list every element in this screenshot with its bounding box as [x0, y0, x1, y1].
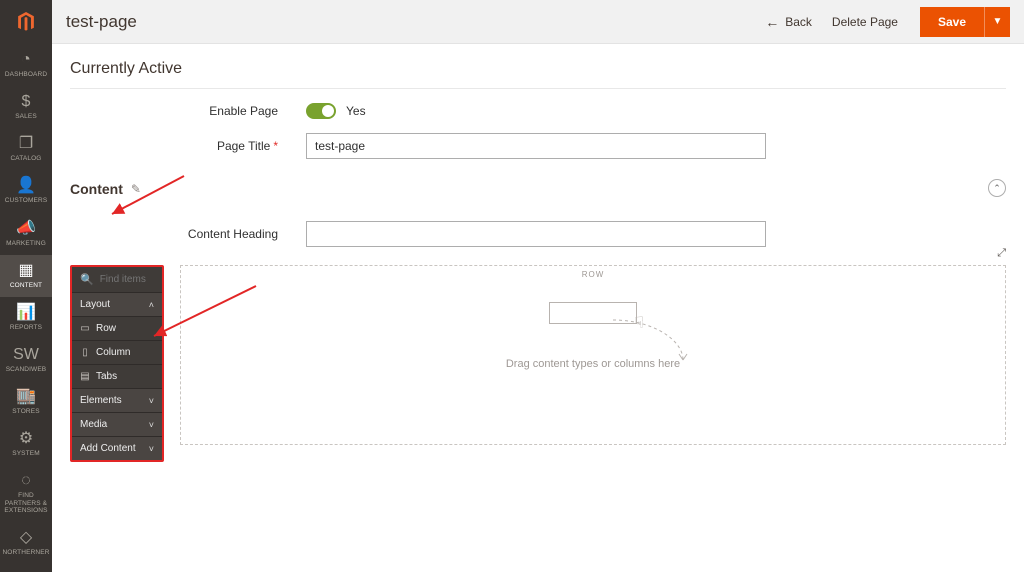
sidebar-item-scandiweb[interactable]: SWSCANDIWEB	[0, 339, 52, 381]
northerner-icon: ◇	[20, 530, 32, 546]
sidebar-item-dashboard[interactable]: ◔DASHBOARD	[0, 44, 52, 86]
chevron-down-icon: ˅	[149, 420, 154, 430]
palette-group-elements[interactable]: Elements˅	[72, 388, 162, 412]
enable-page-value: Yes	[346, 104, 366, 118]
save-button[interactable]: Save	[920, 7, 984, 37]
page-header: test-page ← Back Delete Page Save ▼	[52, 0, 1024, 44]
pencil-icon[interactable]: ✎	[131, 182, 141, 196]
arrow-left-icon: ←	[765, 14, 779, 30]
gauge-icon: ◔	[21, 52, 31, 68]
box-icon: ❐	[19, 136, 33, 152]
chevron-down-icon: ˅	[149, 444, 154, 454]
palette-item-row[interactable]: ▭Row	[72, 316, 162, 340]
chevron-up-icon: ⌃	[993, 183, 1001, 194]
chart-icon: 📊	[16, 305, 36, 321]
megaphone-icon: 📣	[16, 221, 36, 237]
tabs-icon: ▤	[80, 371, 90, 382]
sidebar-item-sales[interactable]: $SALES	[0, 86, 52, 128]
sidebar-item-system[interactable]: ⚙SYSTEM	[0, 423, 52, 465]
magento-logo-icon	[0, 0, 52, 44]
sidebar-item-reports[interactable]: 📊REPORTS	[0, 297, 52, 339]
chevron-down-icon: ˅	[149, 396, 154, 406]
palette-item-column[interactable]: ▯Column	[72, 340, 162, 364]
content-heading-label: Content Heading	[70, 227, 306, 241]
content-heading-input[interactable]	[306, 221, 766, 247]
sidebar-item-content[interactable]: ▦CONTENT	[0, 255, 52, 297]
hand-pointer-icon: ☟	[634, 313, 644, 333]
enable-page-label: Enable Page	[70, 104, 306, 118]
palette-group-layout[interactable]: Layout ˄	[72, 293, 162, 316]
content-icon: ▦	[18, 263, 33, 279]
page-title-label: Page Title*	[70, 139, 306, 153]
partners-icon: ◌	[21, 473, 31, 489]
palette-group-add-content[interactable]: Add Content˅	[72, 436, 162, 460]
admin-sidebar[interactable]: ◔DASHBOARD $SALES ❐CATALOG 👤CUSTOMERS 📣M…	[0, 0, 52, 572]
collapse-section-button[interactable]: ⌃	[988, 179, 1006, 197]
back-button[interactable]: ← Back	[755, 8, 822, 36]
canvas-row-label: ROW	[582, 270, 604, 279]
sidebar-item-catalog[interactable]: ❐CATALOG	[0, 128, 52, 170]
palette-item-tabs[interactable]: ▤Tabs	[72, 364, 162, 388]
drop-slot-icon: ☟	[549, 302, 637, 324]
save-dropdown-button[interactable]: ▼	[984, 7, 1010, 37]
caret-down-icon: ▼	[993, 16, 1003, 27]
delete-page-button[interactable]: Delete Page	[822, 9, 908, 35]
person-icon: 👤	[16, 178, 36, 194]
page-title-input[interactable]	[306, 133, 766, 159]
sidebar-item-marketing[interactable]: 📣MARKETING	[0, 213, 52, 255]
gear-icon: ⚙	[19, 431, 33, 447]
expand-icon: ⤢	[997, 247, 1006, 259]
search-icon: 🔍	[80, 273, 94, 286]
content-section-title: Content	[70, 181, 123, 197]
fullscreen-button[interactable]: ⤢	[997, 247, 1006, 260]
sidebar-item-northerner[interactable]: ◇NORTHERNER	[0, 522, 52, 564]
palette-group-media[interactable]: Media˅	[72, 412, 162, 436]
drop-hint-text: Drag content types or columns here	[506, 358, 680, 370]
drop-hint: ☟ Drag content types or columns here	[201, 302, 985, 370]
enable-page-toggle[interactable]	[306, 103, 336, 119]
page-title: test-page	[66, 12, 137, 32]
column-icon: ▯	[80, 347, 90, 358]
sw-icon: SW	[13, 347, 39, 363]
pagebuilder-canvas[interactable]: ROW ☟ Drag content types or columns here	[180, 265, 1006, 445]
sidebar-item-customers[interactable]: 👤CUSTOMERS	[0, 170, 52, 212]
chevron-up-icon: ˄	[149, 300, 154, 310]
palette-search-input[interactable]	[100, 274, 154, 285]
row-icon: ▭	[80, 323, 90, 334]
currently-active-heading: Currently Active	[70, 44, 1006, 89]
palette-search[interactable]: 🔍	[72, 267, 162, 293]
sidebar-item-partners[interactable]: ◌FIND PARTNERS & EXTENSIONS	[0, 465, 52, 521]
content-type-palette[interactable]: 🔍 Layout ˄ ▭Row ▯Column ▤Tabs Elements˅ …	[70, 265, 164, 462]
dollar-icon: $	[22, 94, 31, 110]
store-icon: 🏬	[16, 389, 36, 405]
sidebar-item-stores[interactable]: 🏬STORES	[0, 381, 52, 423]
